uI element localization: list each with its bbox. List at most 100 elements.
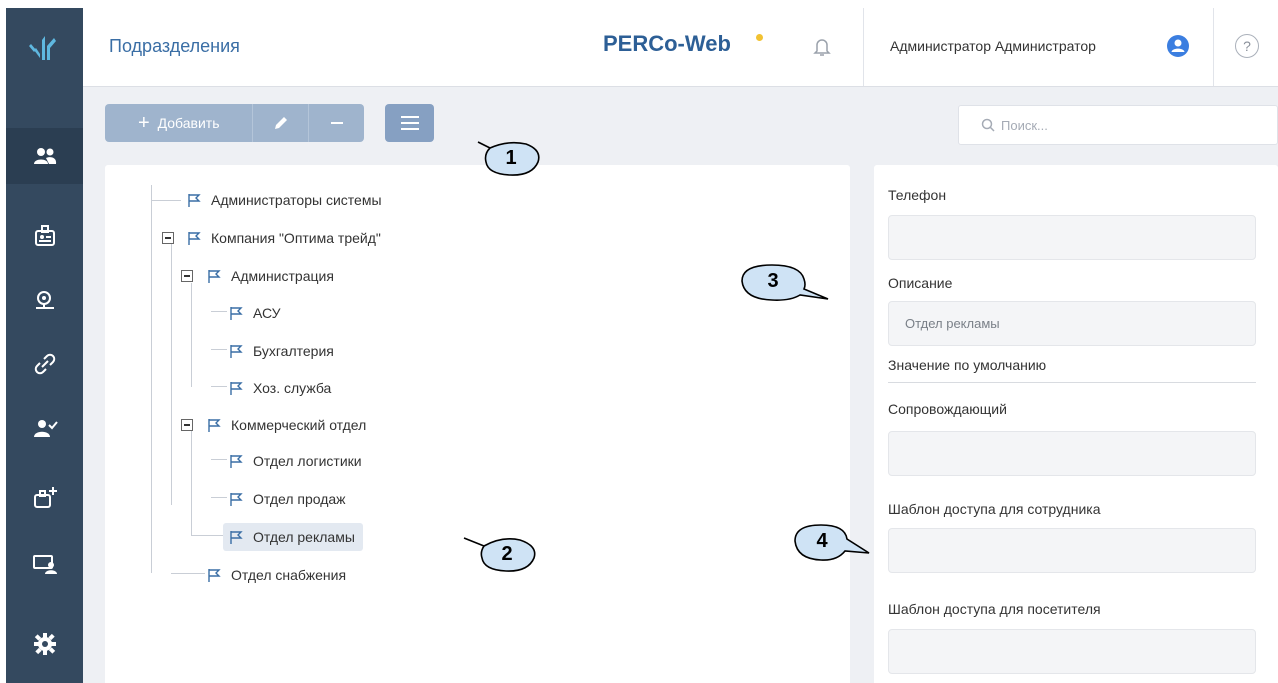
callout-3-number: 3 <box>767 269 779 292</box>
flag-icon <box>230 381 243 395</box>
default-value-label: Значение по умолчанию <box>888 357 1047 373</box>
tree-line <box>151 185 152 573</box>
add-button-label: Добавить <box>157 115 220 131</box>
tree-line <box>171 573 205 574</box>
add-button[interactable]: + Добавить <box>105 104 252 142</box>
brand-logo: PERCo-Web <box>603 31 731 56</box>
tree-line <box>211 497 227 498</box>
tree-item[interactable]: АСУ <box>229 299 281 327</box>
tree-line <box>211 311 227 312</box>
header: Подразделения PERCo-Web Администратор Ад… <box>83 8 1278 87</box>
search-input[interactable]: Поиск... <box>958 105 1278 145</box>
tree-item-label: Хоз. служба <box>253 380 332 396</box>
callout-2-number: 2 <box>501 542 513 565</box>
flag-icon <box>188 231 201 245</box>
tree-item-label: Отдел снабжения <box>231 567 347 583</box>
user-avatar-icon[interactable] <box>1167 35 1189 57</box>
tree-item[interactable]: Администрация <box>207 262 334 290</box>
tree-item-label: Отдел продаж <box>253 491 346 507</box>
tree-line <box>191 431 192 535</box>
search-placeholder: Поиск... <box>1001 118 1048 133</box>
details-panel: Телефон Описание Отдел рекламы Значение … <box>874 165 1278 683</box>
callout-1: 1 <box>476 138 546 178</box>
tree-line <box>211 459 227 460</box>
users-icon[interactable] <box>6 128 83 184</box>
department-tree: Администраторы системы Компания "Оптима … <box>105 165 850 683</box>
employee-template-field[interactable] <box>888 528 1256 573</box>
user-check-icon[interactable] <box>6 400 83 456</box>
location-icon[interactable] <box>6 272 83 328</box>
escort-field[interactable] <box>888 431 1256 476</box>
tree-item-label: Коммерческий отдел <box>231 417 367 433</box>
hamburger-icon <box>400 116 419 130</box>
tree-item-selected[interactable]: Отдел рекламы <box>223 523 363 551</box>
tree-item[interactable]: Компания "Оптима трейд" <box>187 224 381 252</box>
flag-icon <box>230 530 243 544</box>
menu-button[interactable] <box>385 104 434 142</box>
tree-item-label: Администрация <box>231 268 334 284</box>
help-icon[interactable]: ? <box>1235 34 1259 58</box>
gear-icon[interactable] <box>6 616 83 672</box>
description-label: Описание <box>888 275 953 291</box>
description-field[interactable]: Отдел рекламы <box>888 301 1256 346</box>
employee-template-label: Шаблон доступа для сотрудника <box>888 501 1101 517</box>
phone-field[interactable] <box>888 215 1256 260</box>
logo-icon[interactable] <box>6 8 83 86</box>
flag-icon <box>230 344 243 358</box>
user-name[interactable]: Администратор Администратор <box>890 38 1096 54</box>
search-icon <box>981 118 995 132</box>
brand-dot <box>756 34 763 41</box>
tree-item-label: Компания "Оптима трейд" <box>211 230 381 246</box>
tree-item[interactable]: Отдел снабжения <box>207 561 346 589</box>
flag-icon <box>208 418 221 432</box>
collapse-toggle[interactable] <box>181 419 193 431</box>
escort-label: Сопровождающий <box>888 401 1007 417</box>
badge-add-icon[interactable] <box>6 470 83 526</box>
app-window: Подразделения PERCo-Web Администратор Ад… <box>6 8 1278 683</box>
action-button-group: + Добавить <box>105 104 364 142</box>
callout-1-number: 1 <box>505 146 517 169</box>
tree-item[interactable]: Коммерческий отдел <box>207 411 366 439</box>
collapse-toggle[interactable] <box>162 232 174 244</box>
tree-line <box>191 535 225 536</box>
visitor-template-label: Шаблон доступа для посетителя <box>888 601 1101 617</box>
header-divider <box>863 8 864 86</box>
flag-icon <box>230 454 243 468</box>
badge-icon[interactable] <box>6 208 83 264</box>
tree-item[interactable]: Администраторы системы <box>187 186 382 214</box>
callout-4-number: 4 <box>816 529 828 552</box>
collapse-toggle[interactable] <box>181 270 193 282</box>
tree-item[interactable]: Бухгалтерия <box>229 337 334 365</box>
visitor-template-field[interactable] <box>888 629 1256 674</box>
plus-icon: + <box>137 112 150 134</box>
callout-4: 4 <box>787 521 870 561</box>
tree-item-label: Отдел логистики <box>253 453 362 469</box>
flag-icon <box>208 568 221 582</box>
flag-icon <box>188 193 201 207</box>
tree-item[interactable]: Хоз. служба <box>229 374 331 402</box>
tree-item-label: Отдел рекламы <box>253 529 355 545</box>
bell-icon[interactable] <box>811 36 833 58</box>
delete-button[interactable] <box>309 104 364 142</box>
callout-3: 3 <box>734 261 829 301</box>
phone-label: Телефон <box>888 187 947 203</box>
tree-item-label: АСУ <box>253 305 281 321</box>
flag-icon <box>230 306 243 320</box>
tree-item[interactable]: Отдел продаж <box>229 485 346 513</box>
minus-icon <box>330 122 343 124</box>
monitor-user-icon[interactable] <box>6 536 83 592</box>
tree-item-label: Бухгалтерия <box>253 343 334 359</box>
sidebar <box>6 8 83 683</box>
header-divider <box>1213 8 1214 86</box>
page-title: Подразделения <box>109 36 240 56</box>
edit-button[interactable] <box>253 104 308 142</box>
link-icon[interactable] <box>6 336 83 392</box>
flag-icon <box>208 269 221 283</box>
tree-line <box>151 200 181 201</box>
tree-item[interactable]: Отдел логистики <box>229 447 362 475</box>
pencil-icon <box>274 117 287 129</box>
tree-line <box>211 349 227 350</box>
flag-icon <box>230 492 243 506</box>
divider <box>888 382 1256 383</box>
tree-line <box>191 283 192 387</box>
